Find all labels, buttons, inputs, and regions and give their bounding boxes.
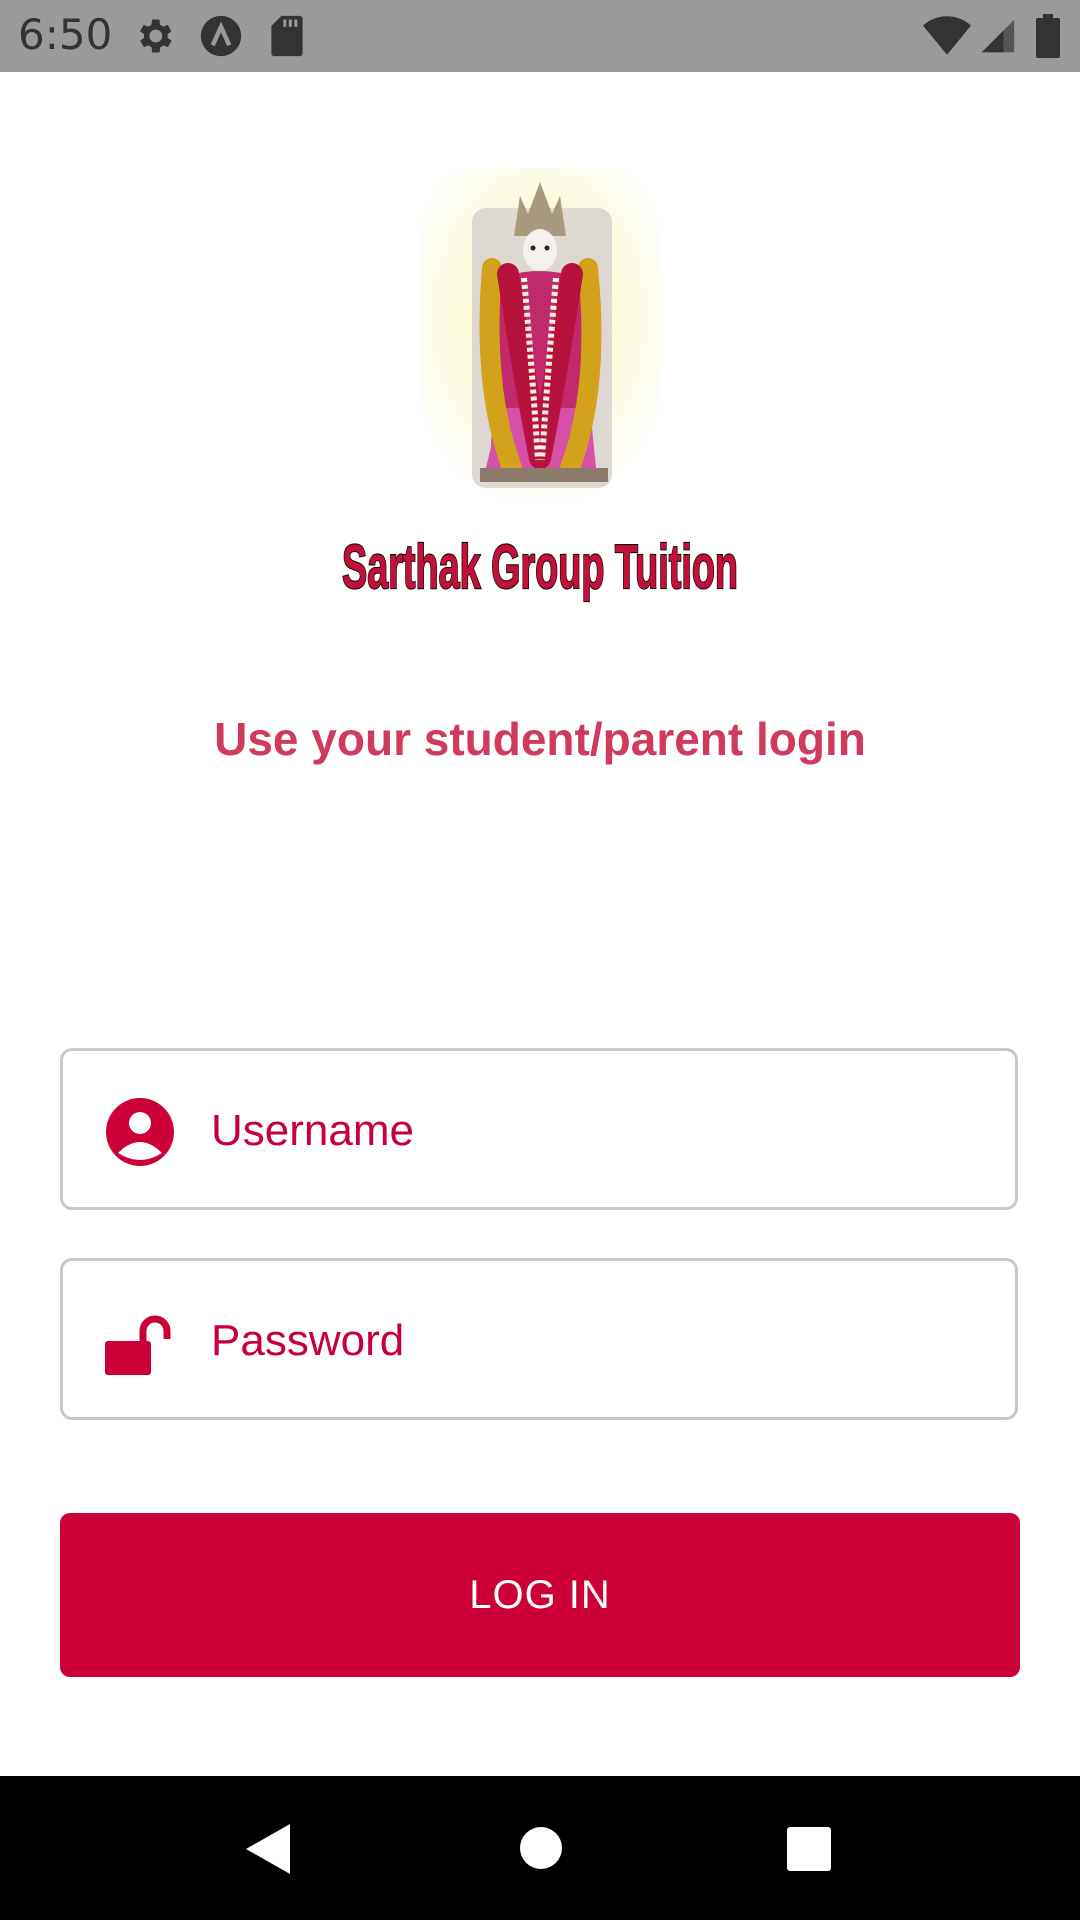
password-field[interactable] <box>60 1258 1018 1420</box>
home-icon[interactable] <box>519 1826 563 1870</box>
unlock-icon <box>105 1315 171 1375</box>
login-screen: 6:50 Sarthak Group Tuition Use your stud… <box>0 0 1080 1920</box>
sd-card-icon <box>271 15 303 57</box>
vpn-icon <box>200 15 242 57</box>
gear-icon <box>140 19 172 53</box>
status-time: 6:50 <box>18 10 113 59</box>
brand-logo-label: Sarthak Group Tuition <box>342 533 738 602</box>
username-input[interactable] <box>211 1087 971 1175</box>
navigation-bar <box>0 1776 1080 1920</box>
status-bar: 6:50 <box>0 0 1080 72</box>
battery-icon <box>1036 14 1060 58</box>
cell-signal-icon <box>981 19 1015 53</box>
password-input[interactable] <box>211 1297 971 1385</box>
brand-logo-text: Sarthak Group Tuition <box>341 532 739 603</box>
recents-icon[interactable] <box>786 1826 832 1872</box>
wifi-icon <box>923 16 971 55</box>
user-circle-icon <box>106 1098 174 1166</box>
username-field[interactable] <box>60 1048 1018 1210</box>
deity-garland-image <box>420 168 660 498</box>
back-icon[interactable] <box>244 1822 292 1876</box>
login-subtitle: Use your student/parent login <box>214 713 866 765</box>
login-button[interactable]: LOG IN <box>60 1513 1020 1677</box>
